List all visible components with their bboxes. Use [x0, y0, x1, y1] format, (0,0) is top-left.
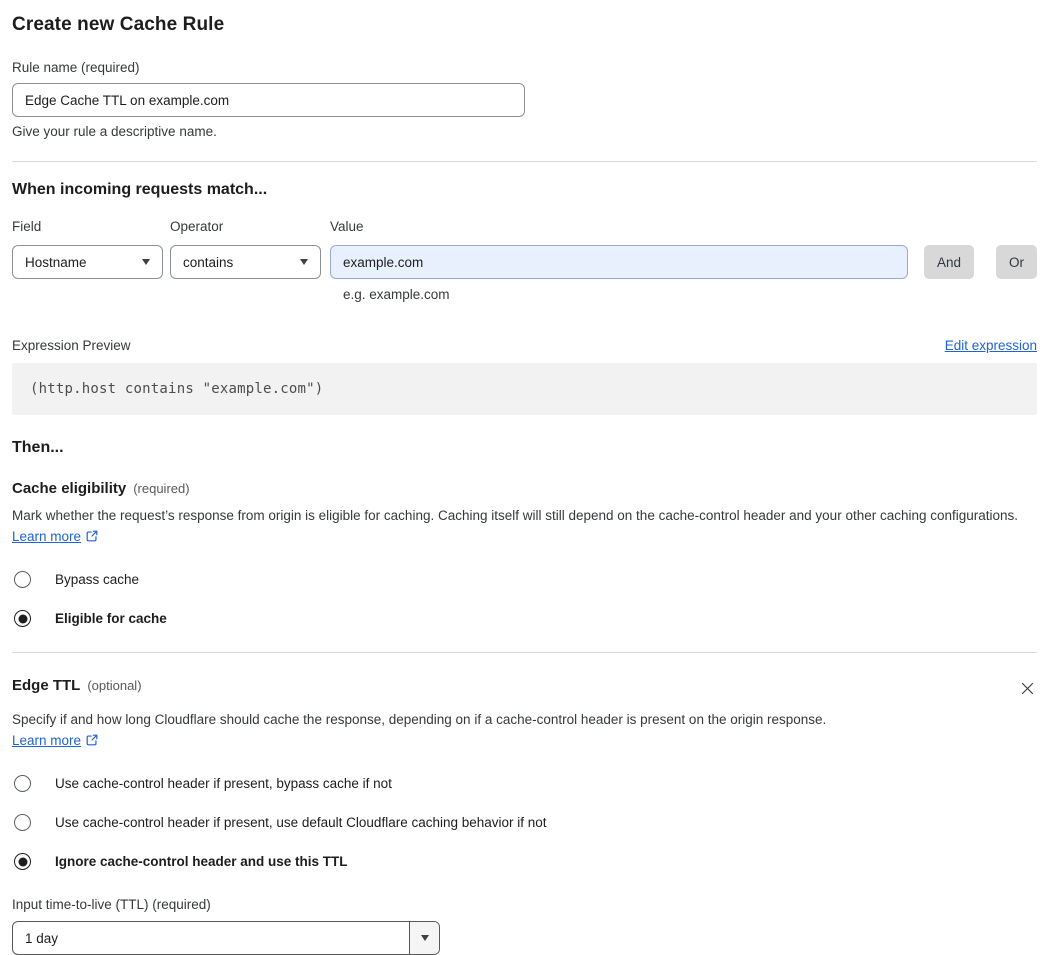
chevron-down-icon — [142, 259, 150, 265]
match-condition-row: Hostname contains And Or — [12, 245, 1037, 279]
external-link-icon — [85, 732, 99, 753]
radio-label: Use cache-control header if present, byp… — [55, 776, 392, 791]
radio-use-header-bypass[interactable]: Use cache-control header if present, byp… — [12, 775, 1037, 792]
rule-name-help: Give your rule a descriptive name. — [12, 124, 217, 139]
radio-label: Bypass cache — [55, 572, 140, 587]
radio-ignore-header-use-ttl[interactable]: Ignore cache-control header and use this… — [12, 853, 1037, 870]
cache-rule-form: Create new Cache Rule Rule name (require… — [0, 0, 1058, 955]
radio-icon — [14, 610, 31, 627]
edit-expression-link[interactable]: Edit expression — [945, 338, 1037, 353]
edge-ttl-learn-more-link[interactable]: Learn more — [12, 733, 81, 748]
radio-label: Eligible for cache — [55, 611, 167, 626]
close-icon[interactable] — [1018, 679, 1037, 701]
value-help: e.g. example.com — [343, 287, 450, 302]
chevron-down-icon — [300, 259, 308, 265]
cache-eligibility-description-text: Mark whether the request’s response from… — [12, 508, 1019, 523]
radio-eligible-for-cache[interactable]: Eligible for cache — [12, 610, 1037, 627]
radio-icon — [14, 814, 31, 831]
divider — [12, 161, 1037, 162]
value-input[interactable] — [330, 245, 908, 279]
radio-use-header-default[interactable]: Use cache-control header if present, use… — [12, 814, 1037, 831]
cache-eligibility-title: Cache eligibility — [12, 480, 127, 497]
radio-label: Ignore cache-control header and use this… — [55, 854, 348, 869]
page-title: Create new Cache Rule — [12, 14, 225, 35]
field-select-value: Hostname — [25, 254, 87, 270]
value-label: Value — [330, 219, 364, 234]
match-heading: When incoming requests match... — [12, 181, 268, 198]
edge-ttl-description: Specify if and how long Cloudflare shoul… — [12, 709, 844, 753]
ttl-select[interactable]: 1 day — [12, 921, 440, 955]
rule-name-label: Rule name (required) — [12, 60, 140, 75]
cache-eligibility-qualifier: (required) — [133, 481, 190, 496]
and-button[interactable]: And — [923, 245, 974, 279]
then-heading: Then... — [12, 439, 64, 456]
operator-select[interactable]: contains — [170, 245, 321, 279]
radio-icon — [14, 853, 31, 870]
or-button[interactable]: Or — [996, 245, 1037, 279]
rule-name-input[interactable] — [12, 83, 525, 117]
expression-preview-code: (http.host contains "example.com") — [12, 363, 1037, 415]
field-label: Field — [12, 219, 42, 234]
expression-preview-header: Expression Preview Edit expression — [12, 338, 1037, 353]
expression-preview-label: Expression Preview — [12, 338, 131, 353]
divider — [12, 652, 1037, 653]
edge-ttl-header: Edge TTL (optional) — [12, 677, 1037, 701]
operator-label: Operator — [170, 219, 224, 234]
ttl-label: Input time-to-live (TTL) (required) — [12, 897, 211, 912]
edge-ttl-qualifier: (optional) — [87, 678, 142, 693]
match-column-labels: Field Operator Value — [12, 219, 1037, 234]
cache-eligibility-learn-more-link[interactable]: Learn more — [12, 529, 81, 544]
edge-ttl-title: Edge TTL — [12, 677, 81, 694]
radio-bypass-cache[interactable]: Bypass cache — [12, 571, 1037, 588]
edge-ttl-description-text: Specify if and how long Cloudflare shoul… — [12, 712, 827, 727]
radio-label: Use cache-control header if present, use… — [55, 815, 547, 830]
ttl-select-value: 1 day — [25, 930, 59, 946]
cache-eligibility-description: Mark whether the request’s response from… — [12, 505, 1037, 549]
radio-icon — [14, 571, 31, 588]
external-link-icon — [85, 528, 99, 549]
field-select[interactable]: Hostname — [12, 245, 163, 279]
operator-select-value: contains — [183, 254, 234, 270]
cache-eligibility-header: Cache eligibility (required) — [12, 480, 1037, 497]
edge-ttl-title-group: Edge TTL (optional) — [12, 677, 142, 694]
chevron-down-icon — [409, 922, 439, 954]
radio-icon — [14, 775, 31, 792]
